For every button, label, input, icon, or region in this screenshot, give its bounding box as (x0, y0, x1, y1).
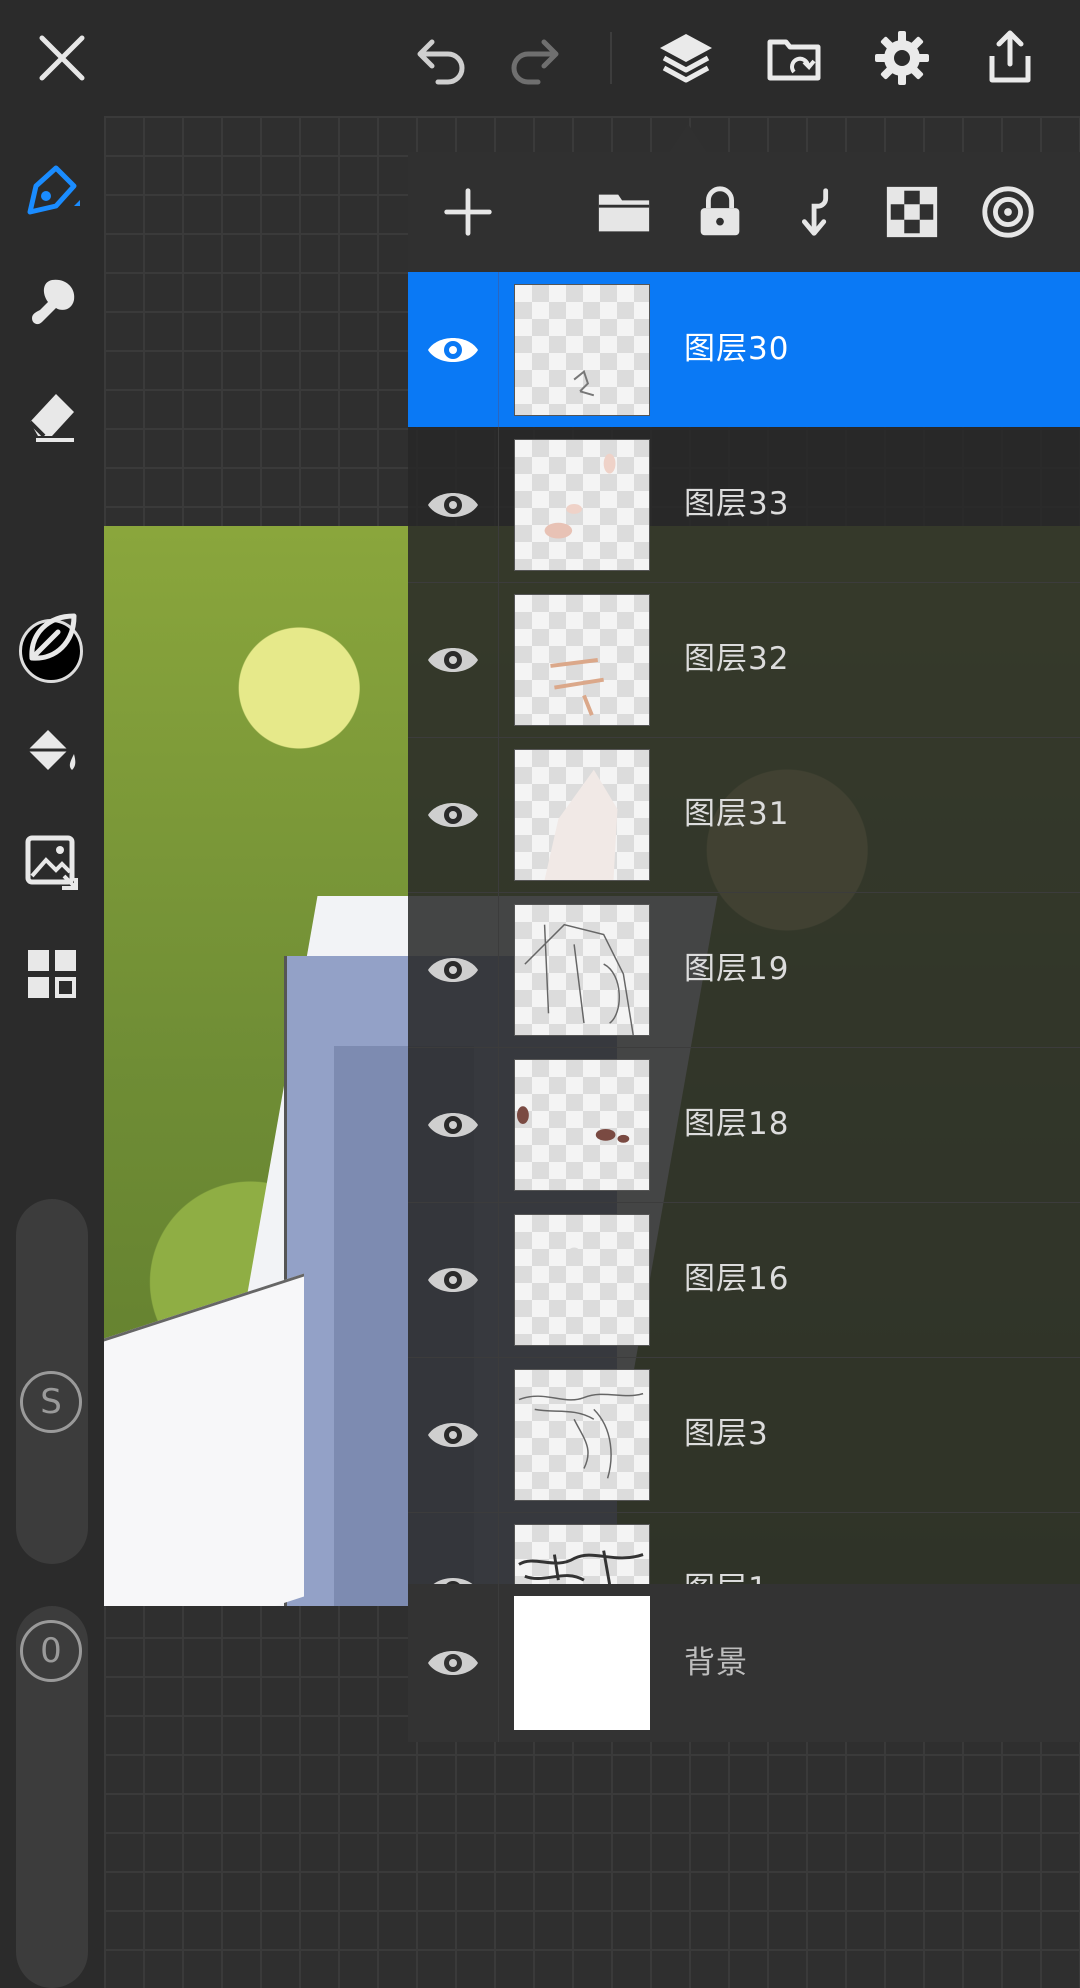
fill-bucket-icon[interactable] (18, 716, 86, 784)
layer-thumbnail (514, 1214, 650, 1346)
layer-thumbnail (514, 1059, 650, 1191)
layer-row[interactable]: 图层1 (408, 1512, 1080, 1584)
layer-name: 图层3 (684, 1416, 769, 1452)
visibility-cell (408, 582, 499, 737)
visibility-cell (408, 1512, 499, 1584)
layer-name: 图层33 (684, 486, 790, 522)
opacity-knob[interactable]: 0 (20, 1620, 82, 1682)
redo-icon[interactable] (502, 24, 570, 92)
layer-name: 图层18 (684, 1106, 790, 1142)
background-thumbnail (514, 1596, 650, 1730)
layers-panel: 图层30 图层33 图层32 图层31 图层19 图层18 图层16 图层3 背… (408, 152, 1080, 1742)
layer-row[interactable]: 图层3 (408, 1357, 1080, 1513)
blend-mode-icon[interactable] (976, 180, 1040, 244)
background-layer-row[interactable]: 背景 (408, 1584, 1080, 1742)
eye-icon[interactable] (426, 1260, 480, 1300)
layer-list[interactable]: 图层30 图层33 图层32 图层31 图层19 图层18 图层16 图层3 (408, 272, 1080, 1584)
layer-thumbnail (514, 749, 650, 881)
visibility-cell (408, 1202, 499, 1357)
layers-icon[interactable] (652, 24, 720, 92)
image-import-icon[interactable] (18, 828, 86, 896)
eye-icon[interactable] (426, 950, 480, 990)
add-layer-icon[interactable] (436, 180, 500, 244)
gallery-import-icon[interactable] (760, 24, 828, 92)
opacity-slider[interactable]: 0 (16, 1606, 88, 1988)
layer-name: 图层1 (684, 1512, 769, 1584)
eye-icon[interactable] (426, 1643, 480, 1683)
merge-down-icon[interactable] (784, 180, 848, 244)
layer-name: 图层30 (684, 331, 790, 367)
smudge-tool-icon[interactable] (18, 268, 86, 336)
eye-icon[interactable] (426, 1570, 480, 1585)
layer-row[interactable]: 图层33 (408, 427, 1080, 583)
eraser-icon[interactable] (18, 380, 86, 448)
panel-pointer (668, 124, 708, 154)
leaf-brush-icon[interactable] (18, 604, 86, 672)
layer-thumbnail (514, 1524, 650, 1584)
close-icon[interactable] (28, 24, 96, 92)
layer-row[interactable]: 图层19 (408, 892, 1080, 1048)
layer-row[interactable]: 图层32 (408, 582, 1080, 738)
layer-name: 图层16 (684, 1261, 790, 1297)
undo-icon[interactable] (406, 24, 474, 92)
share-icon[interactable] (976, 24, 1044, 92)
grid-menu-icon[interactable] (18, 940, 86, 1008)
visibility-cell (408, 427, 499, 582)
transparency-icon[interactable] (880, 180, 944, 244)
layer-row[interactable]: 图层31 (408, 737, 1080, 893)
visibility-cell (408, 1047, 499, 1202)
visibility-cell (408, 272, 499, 427)
layer-row[interactable]: 图层16 (408, 1202, 1080, 1358)
layer-name: 图层31 (684, 796, 790, 832)
visibility-cell (408, 1584, 499, 1742)
layer-name: 图层19 (684, 951, 790, 987)
layer-row[interactable]: 图层18 (408, 1047, 1080, 1203)
layer-name: 图层32 (684, 641, 790, 677)
folder-icon[interactable] (592, 180, 656, 244)
layer-thumbnail (514, 439, 650, 571)
layer-row[interactable]: 图层30 (408, 272, 1080, 427)
eye-icon[interactable] (426, 640, 480, 680)
brush-size-slider[interactable]: S (16, 1199, 88, 1564)
visibility-cell (408, 892, 499, 1047)
layer-thumbnail (514, 594, 650, 726)
layer-thumbnail (514, 904, 650, 1036)
pen-tool-icon[interactable] (18, 156, 86, 224)
left-toolbar: S 0 (0, 116, 104, 1988)
layer-thumbnail (514, 284, 650, 416)
brush-size-knob[interactable]: S (20, 1371, 82, 1433)
top-bar (0, 0, 1080, 116)
layers-panel-toolbar (408, 152, 1080, 272)
layer-thumbnail (514, 1369, 650, 1501)
eye-icon[interactable] (426, 1415, 480, 1455)
eye-icon[interactable] (426, 795, 480, 835)
background-layer-name: 背景 (684, 1645, 748, 1681)
visibility-cell (408, 1357, 499, 1512)
eye-icon[interactable] (426, 485, 480, 525)
lock-icon[interactable] (688, 180, 752, 244)
settings-icon[interactable] (868, 24, 936, 92)
visibility-cell (408, 737, 499, 892)
eye-icon[interactable] (426, 330, 480, 370)
toolbar-separator (610, 32, 612, 84)
eye-icon[interactable] (426, 1105, 480, 1145)
